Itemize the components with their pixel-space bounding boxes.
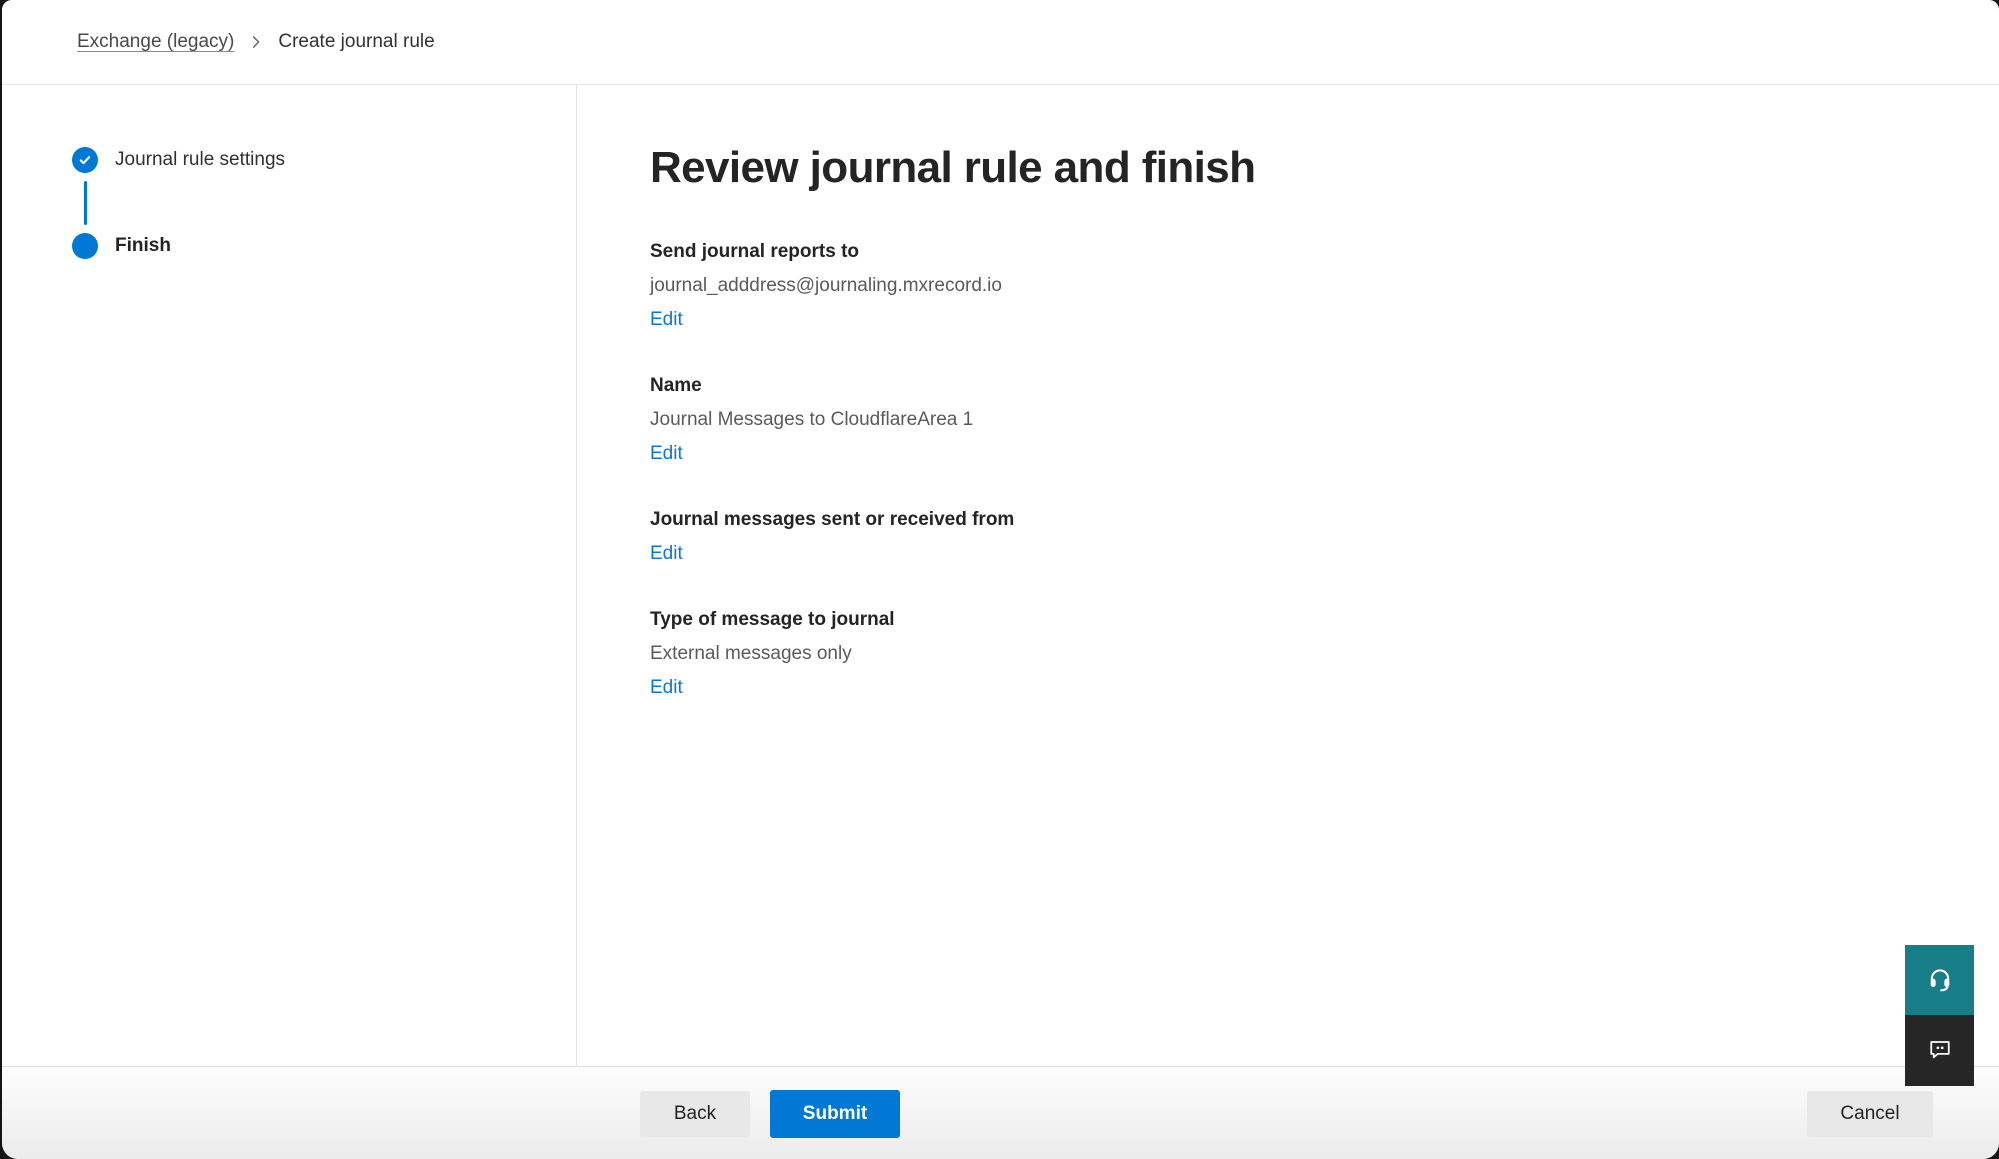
check-icon [72, 147, 98, 173]
wizard-step-journal-rule-settings[interactable]: Journal rule settings [72, 147, 576, 173]
wizard-steps-panel: Journal rule settings Finish [2, 85, 577, 1067]
headset-icon [1926, 965, 1954, 996]
wizard-step-connector [84, 181, 87, 225]
review-section-send-reports: Send journal reports to journal_adddress… [650, 239, 1939, 333]
section-value: External messages only [650, 641, 1939, 667]
edit-sent-received-link[interactable]: Edit [650, 541, 683, 567]
create-journal-rule-dialog: Exchange (legacy) Create journal rule Jo… [2, 0, 1999, 1159]
header: Exchange (legacy) Create journal rule [2, 0, 1999, 85]
cancel-button[interactable]: Cancel [1807, 1091, 1933, 1137]
breadcrumb: Exchange (legacy) Create journal rule [77, 31, 435, 53]
review-section-message-type: Type of message to journal External mess… [650, 607, 1939, 701]
wizard-step-label: Journal rule settings [115, 149, 285, 171]
review-section-sent-received: Journal messages sent or received from E… [650, 507, 1939, 567]
section-label: Send journal reports to [650, 239, 1939, 265]
section-value: Journal Messages to CloudflareArea 1 [650, 407, 1939, 433]
page-title: Review journal rule and finish [650, 140, 1939, 195]
section-label: Journal messages sent or received from [650, 507, 1939, 533]
current-step-dot-icon [72, 233, 98, 259]
edit-name-link[interactable]: Edit [650, 441, 683, 467]
help-button[interactable] [1905, 945, 1974, 1015]
edit-message-type-link[interactable]: Edit [650, 675, 683, 701]
breadcrumb-current-page: Create journal rule [278, 31, 434, 53]
submit-button[interactable]: Submit [770, 1090, 900, 1138]
review-panel: Review journal rule and finish Send jour… [578, 85, 1999, 1067]
wizard-step-finish[interactable]: Finish [72, 233, 576, 259]
section-value: journal_adddress@journaling.mxrecord.io [650, 273, 1939, 299]
feedback-button[interactable] [1905, 1015, 1974, 1086]
section-label: Type of message to journal [650, 607, 1939, 633]
back-button[interactable]: Back [640, 1091, 750, 1137]
review-section-name: Name Journal Messages to CloudflareArea … [650, 373, 1939, 467]
section-label: Name [650, 373, 1939, 399]
footer-action-bar: Back Submit Cancel [2, 1066, 1999, 1159]
edit-send-reports-link[interactable]: Edit [650, 307, 683, 333]
breadcrumb-exchange-legacy-link[interactable]: Exchange (legacy) [77, 31, 234, 53]
chevron-right-icon [249, 35, 263, 49]
chat-bubble-icon [1926, 1035, 1954, 1066]
wizard-step-label: Finish [115, 235, 171, 257]
